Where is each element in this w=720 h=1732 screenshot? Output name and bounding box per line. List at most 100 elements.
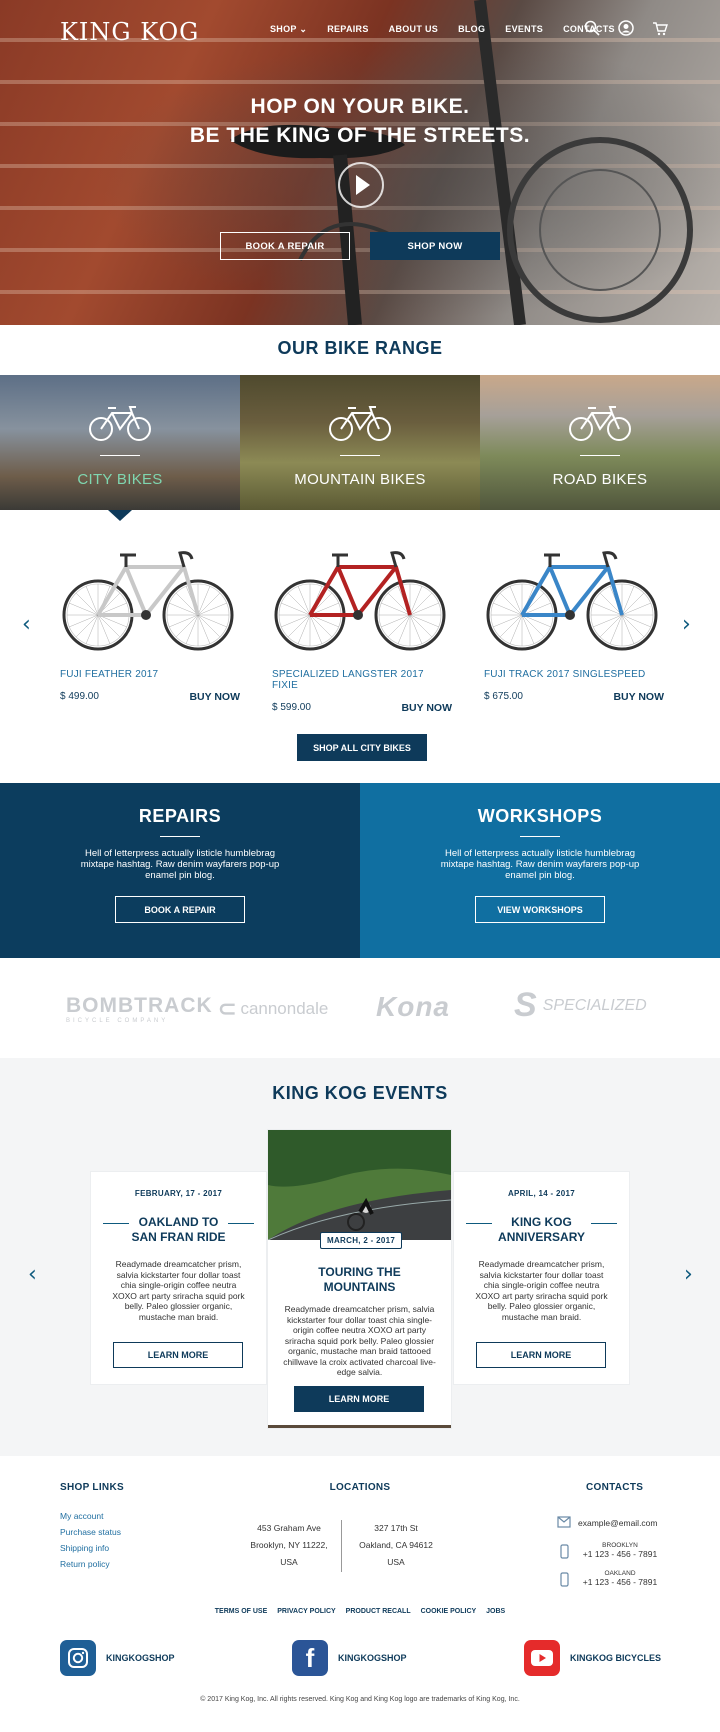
social-youtube[interactable]: KINGKOG BICYCLES xyxy=(524,1640,661,1676)
product-name[interactable]: FUJI TRACK 2017 SINGLESPEED xyxy=(484,669,664,680)
nav-blog[interactable]: BLOG xyxy=(458,24,485,35)
learn-more-button[interactable]: LEARN MORE xyxy=(113,1342,243,1368)
location-divider xyxy=(341,1520,342,1572)
event-date-badge: MARCH, 2 - 2017 xyxy=(320,1232,403,1249)
repairs-title: REPAIRS xyxy=(138,806,222,826)
event-date: APRIL, 14 - 2017 xyxy=(507,1189,576,1198)
hero-banner: KING KOG SHOP ⌄ REPAIRS ABOUT US BLOG EV… xyxy=(0,0,720,325)
events-prev-icon[interactable]: ‹ xyxy=(28,1262,37,1287)
account-icon[interactable] xyxy=(618,20,634,36)
jobs-link[interactable]: JOBS xyxy=(486,1608,505,1615)
divider xyxy=(100,455,140,456)
legal-links: TERMS OF USE PRIVACY POLICY PRODUCT RECA… xyxy=(0,1608,720,1615)
terms-link[interactable]: TERMS OF USE xyxy=(215,1608,268,1615)
brand-bombtrack[interactable]: BOMBTRACK BICYCLE COMPANY xyxy=(66,994,213,1024)
brand-kona[interactable]: Kona xyxy=(376,991,450,1023)
social-instagram[interactable]: KINGKOGSHOP xyxy=(60,1640,175,1676)
cookie-policy-link[interactable]: COOKIE POLICY xyxy=(421,1608,477,1615)
divider xyxy=(340,455,380,456)
shop-all-button[interactable]: SHOP ALL CITY BIKES xyxy=(297,734,427,761)
book-repair-button[interactable]: BOOK A REPAIR xyxy=(115,896,245,923)
search-icon[interactable] xyxy=(584,20,600,36)
phone-icon xyxy=(560,1572,569,1587)
hero-headline: HOP ON YOUR BIKE. BE THE KING OF THE STRE… xyxy=(189,95,531,147)
event-card-featured: MARCH, 2 - 2017 TOURING THE MOUNTAINS Re… xyxy=(268,1130,451,1428)
nav-events[interactable]: EVENTS xyxy=(505,24,543,35)
contact-phone-brooklyn: BROOKLYN +1 123 - 456 - 7891 xyxy=(582,1542,658,1559)
footer-link-shipping-info[interactable]: Shipping info xyxy=(60,1540,121,1556)
repairs-panel: REPAIRS Hell of letterpress actually lis… xyxy=(0,783,360,958)
location-brooklyn: 453 Graham Ave Brooklyn, NY 11222, USA xyxy=(250,1523,328,1567)
social-handle: KINGKOG BICYCLES xyxy=(570,1653,662,1663)
shop-links-list: My account Purchase status Shipping info… xyxy=(60,1508,121,1572)
social-handle: KINGKOGSHOP xyxy=(338,1653,407,1663)
active-tab-pointer xyxy=(108,510,132,521)
event-text: Readymade dreamcatcher prism, salvia kic… xyxy=(112,1259,245,1322)
tab-city-bikes[interactable]: CITY BIKES xyxy=(0,375,240,510)
event-date: FEBRUARY, 17 - 2017 xyxy=(134,1189,223,1198)
buy-now-button[interactable]: BUY NOW xyxy=(613,691,664,703)
privacy-link[interactable]: PRIVACY POLICY xyxy=(277,1608,335,1615)
product-card: SPECIALIZED LANGSTER 2017 FIXIE $ 599.00… xyxy=(272,545,452,714)
contacts-title: CONTACTS xyxy=(586,1482,644,1493)
footer-link-my-account[interactable]: My account xyxy=(60,1508,121,1524)
phone-icon xyxy=(560,1544,569,1559)
footer-link-return-policy[interactable]: Return policy xyxy=(60,1556,121,1572)
event-card: FEBRUARY, 17 - 2017 OAKLAND TO SAN FRAN … xyxy=(91,1172,266,1384)
product-price: $ 499.00 xyxy=(60,691,99,702)
buy-now-button[interactable]: BUY NOW xyxy=(401,702,452,714)
bike-range-title: OUR BIKE RANGE xyxy=(277,338,443,358)
divider xyxy=(160,836,200,837)
footer-link-purchase-status[interactable]: Purchase status xyxy=(60,1524,121,1540)
nav-shop[interactable]: SHOP ⌄ xyxy=(270,24,307,35)
contact-email[interactable]: example@email.com xyxy=(578,1518,658,1528)
product-name[interactable]: SPECIALIZED LANGSTER 2017 FIXIE xyxy=(272,669,452,691)
social-handle: KINGKOGSHOP xyxy=(106,1653,175,1663)
contact-phone-oakland: OAKLAND +1 123 - 456 - 7891 xyxy=(582,1570,658,1587)
carousel-next-icon[interactable]: › xyxy=(682,612,691,637)
top-navigation: KING KOG SHOP ⌄ REPAIRS ABOUT US BLOG EV… xyxy=(0,18,720,46)
nav-about-us[interactable]: ABOUT US xyxy=(389,24,438,35)
youtube-icon xyxy=(524,1640,560,1676)
view-workshops-button[interactable]: VIEW WORKSHOPS xyxy=(475,896,605,923)
event-title: KING KOG ANNIVERSARY xyxy=(498,1215,585,1244)
tab-mountain-bikes[interactable]: MOUNTAIN BIKES xyxy=(240,375,480,510)
bike-image xyxy=(486,551,658,651)
learn-more-button[interactable]: LEARN MORE xyxy=(476,1342,606,1368)
nav-repairs[interactable]: REPAIRS xyxy=(327,24,368,35)
brand-specialized[interactable]: S SPECIALIZED xyxy=(514,986,647,1025)
event-title: OAKLAND TO SAN FRAN RIDE xyxy=(131,1215,226,1244)
buy-now-button[interactable]: BUY NOW xyxy=(189,691,240,703)
event-photo xyxy=(268,1130,451,1240)
learn-more-button[interactable]: LEARN MORE xyxy=(294,1386,424,1412)
product-price: $ 599.00 xyxy=(272,702,311,713)
social-facebook[interactable]: f KINGKOGSHOP xyxy=(292,1640,407,1676)
product-recall-link[interactable]: PRODUCT RECALL xyxy=(346,1608,411,1615)
tab-road-bikes[interactable]: ROAD BIKES xyxy=(480,375,720,510)
cart-icon[interactable] xyxy=(652,20,668,36)
category-tabs: CITY BIKES MOUNTAIN BIKES ROAD BIKES xyxy=(0,375,720,510)
play-video-icon[interactable] xyxy=(338,162,384,208)
divider xyxy=(228,1223,254,1224)
bike-image xyxy=(62,551,234,651)
product-card: FUJI FEATHER 2017 $ 499.00 BUY NOW xyxy=(60,545,240,703)
tab-label: MOUNTAIN BIKES xyxy=(294,471,426,488)
specialized-s-icon: S xyxy=(514,986,537,1024)
product-name[interactable]: FUJI FEATHER 2017 xyxy=(60,669,240,680)
bicycle-icon xyxy=(89,406,151,441)
shop-now-button[interactable]: SHOP NOW xyxy=(370,232,500,260)
divider xyxy=(466,1223,492,1224)
brand-logos: BOMBTRACK BICYCLE COMPANY ⊂ cannondale Kon… xyxy=(60,978,660,1038)
book-repair-button[interactable]: BOOK A REPAIR xyxy=(220,232,350,260)
brand-cannondale[interactable]: ⊂ cannondale xyxy=(218,996,328,1022)
workshops-title: WORKSHOPS xyxy=(477,806,603,826)
tab-label: ROAD BIKES xyxy=(552,471,648,488)
bike-image xyxy=(274,551,446,651)
facebook-icon: f xyxy=(292,1640,328,1676)
tab-label: CITY BIKES xyxy=(77,471,163,488)
event-text: Readymade dreamcatcher prism, salvia kic… xyxy=(475,1259,608,1322)
carousel-prev-icon[interactable]: ‹ xyxy=(22,612,31,637)
divider xyxy=(103,1223,129,1224)
events-next-icon[interactable]: › xyxy=(684,1262,693,1287)
logo[interactable]: KING KOG xyxy=(60,18,199,46)
